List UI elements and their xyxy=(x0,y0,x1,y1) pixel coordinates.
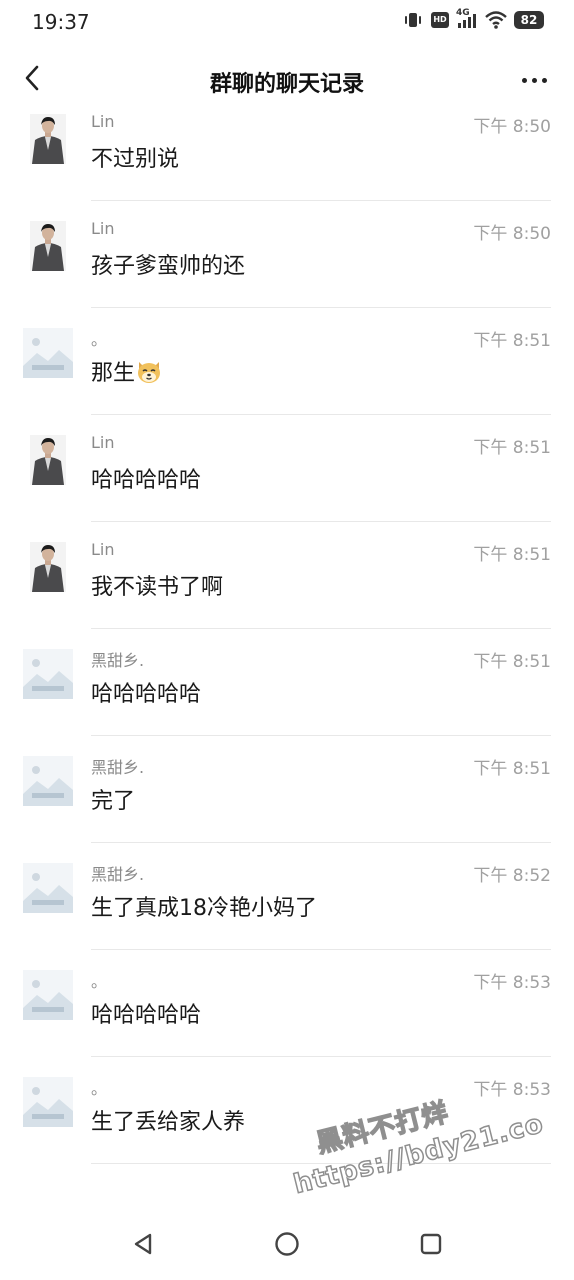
dog-emoji-icon xyxy=(136,358,162,390)
list-item[interactable]: Lin 下午 8:51 哈哈哈哈哈 xyxy=(0,415,574,522)
system-nav-bar xyxy=(0,1212,574,1280)
message-text: 那生 xyxy=(91,355,162,390)
wifi-icon xyxy=(485,11,507,29)
chat-history-list[interactable]: Lin 下午 8:50 不过别说 Lin 下午 8:50 孩子爹蛮帅的还 。 下… xyxy=(0,108,574,1180)
message-text: 孩子爹蛮帅的还 xyxy=(91,254,246,279)
sender-name: Lin xyxy=(91,219,115,238)
page-title: 群聊的聊天记录 xyxy=(209,72,364,97)
message-text: 哈哈哈哈哈 xyxy=(91,1003,202,1028)
avatar[interactable] xyxy=(23,328,73,378)
message-text: 我不读书了啊 xyxy=(91,575,224,600)
message-text: 完了 xyxy=(91,789,136,814)
nav-recents-button[interactable] xyxy=(415,1230,447,1262)
sender-name: Lin xyxy=(91,540,115,559)
sender-name: 。 xyxy=(91,972,108,991)
more-dots-icon xyxy=(541,77,547,83)
message-time: 下午 8:51 xyxy=(473,545,551,565)
list-item[interactable]: Lin 下午 8:50 孩子爹蛮帅的还 xyxy=(0,201,574,308)
sender-name: 。 xyxy=(91,330,108,349)
more-dots-icon xyxy=(531,77,537,83)
nav-home-button[interactable] xyxy=(271,1230,303,1262)
more-dots-icon xyxy=(521,77,527,83)
message-time: 下午 8:50 xyxy=(473,117,551,137)
sender-name: 黑甜乡. xyxy=(91,651,145,670)
hd-icon: HD xyxy=(431,12,449,28)
message-time: 下午 8:51 xyxy=(473,759,551,779)
sender-name: 。 xyxy=(91,1079,108,1098)
triangle-back-icon xyxy=(131,1232,155,1260)
message-text: 哈哈哈哈哈 xyxy=(91,468,202,493)
avatar[interactable] xyxy=(30,435,66,485)
message-text: 不过别说 xyxy=(91,147,180,172)
avatar[interactable] xyxy=(30,542,66,592)
message-time: 下午 8:51 xyxy=(473,652,551,672)
message-time: 下午 8:53 xyxy=(473,973,551,993)
message-text: 生了真成18冷艳小妈了 xyxy=(91,896,317,921)
vibrate-icon xyxy=(402,11,424,29)
list-item[interactable]: 。 下午 8:53 哈哈哈哈哈 xyxy=(0,950,574,1057)
cellular-signal-icon: 4G xyxy=(456,8,478,29)
sender-name: Lin xyxy=(91,112,115,131)
avatar[interactable] xyxy=(23,756,73,806)
status-icons: HD 4G 82 xyxy=(402,8,544,29)
message-time: 下午 8:52 xyxy=(473,866,551,886)
nav-back-button[interactable] xyxy=(127,1230,159,1262)
list-item[interactable]: 黑甜乡. 下午 8:51 完了 xyxy=(0,736,574,843)
avatar[interactable] xyxy=(23,970,73,1020)
list-item[interactable]: Lin 下午 8:51 我不读书了啊 xyxy=(0,522,574,629)
avatar[interactable] xyxy=(30,221,66,271)
avatar[interactable] xyxy=(30,114,66,164)
battery-icon: 82 xyxy=(514,11,544,29)
status-bar: 19:37 HD 4G 82 xyxy=(0,0,574,44)
message-text-content: 那生 xyxy=(91,361,136,386)
more-options-button[interactable] xyxy=(514,64,554,96)
avatar[interactable] xyxy=(23,863,73,913)
avatar[interactable] xyxy=(23,1077,73,1127)
status-time: 19:37 xyxy=(32,10,90,34)
sender-name: 黑甜乡. xyxy=(91,865,145,884)
avatar[interactable] xyxy=(23,649,73,699)
list-item[interactable]: 黑甜乡. 下午 8:52 生了真成18冷艳小妈了 xyxy=(0,843,574,950)
circle-home-icon xyxy=(274,1231,300,1261)
list-item[interactable]: 。 下午 8:51 那生 xyxy=(0,308,574,415)
square-recents-icon xyxy=(419,1232,443,1260)
message-text: 生了丢给家人养 xyxy=(91,1110,246,1135)
sender-name: 黑甜乡. xyxy=(91,758,145,777)
list-item[interactable]: 黑甜乡. 下午 8:51 哈哈哈哈哈 xyxy=(0,629,574,736)
message-text: 哈哈哈哈哈 xyxy=(91,682,202,707)
list-item[interactable]: Lin 下午 8:50 不过别说 xyxy=(0,108,574,201)
sender-name: Lin xyxy=(91,433,115,452)
message-time: 下午 8:50 xyxy=(473,224,551,244)
nav-bar: 群聊的聊天记录 xyxy=(0,50,574,110)
message-time: 下午 8:51 xyxy=(473,438,551,458)
message-time: 下午 8:51 xyxy=(473,331,551,351)
